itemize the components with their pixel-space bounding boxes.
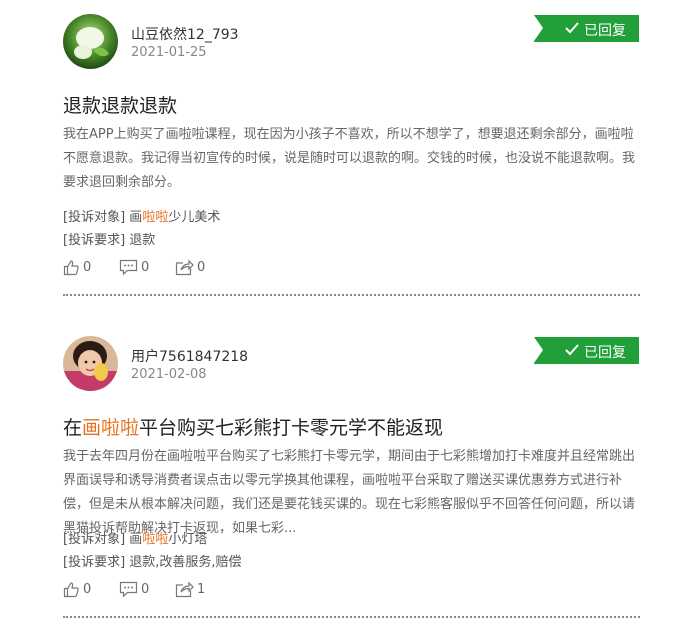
target-highlight[interactable]: 啦啦 (142, 210, 168, 225)
status-label: 已回复 (584, 345, 626, 361)
like-button[interactable]: 0 (63, 581, 91, 598)
target-label: [投诉对象] (63, 532, 126, 547)
request-label: [投诉要求] (63, 555, 126, 570)
status-label: 已回复 (584, 23, 626, 39)
divider (63, 294, 640, 296)
post-date: 2021-01-25 (131, 45, 207, 60)
complaint-title[interactable]: 退款退款退款 (63, 91, 177, 118)
comment-icon (119, 259, 138, 276)
complaint-content[interactable]: 我于去年四月份在画啦啦平台购买了七彩熊打卡零元学，期间由于七彩熊增加打卡难度并且… (63, 445, 641, 541)
check-icon (565, 22, 579, 34)
divider (63, 616, 640, 618)
status-badge: 已回复 (534, 337, 639, 364)
complaint-target: [投诉对象] 画啦啦少儿美术 (63, 206, 220, 225)
post-date: 2021-02-08 (131, 367, 207, 382)
like-count: 0 (83, 582, 92, 597)
status-badge: 已回复 (534, 15, 639, 42)
request-label: [投诉要求] (63, 233, 126, 248)
request-value: 退款,改善服务,赔偿 (129, 555, 242, 570)
complaint-item: 用户7561847218 2021-02-08 已回复 在画啦啦平台购买七彩熊打… (0, 322, 686, 644)
target-suffix[interactable]: 小灯塔 (168, 532, 207, 547)
title-text-rest[interactable]: 平台购买七彩熊打卡零元学不能返现 (139, 417, 443, 439)
title-text-rest[interactable]: 退款退款退款 (63, 95, 177, 117)
target-prefix[interactable]: 画 (129, 532, 142, 547)
target-label: [投诉对象] (63, 210, 126, 225)
complaint-item: 山豆依然12_793 2021-01-25 已回复 退款退款退款 我在APP上购… (0, 0, 686, 322)
comment-count: 0 (141, 582, 150, 597)
title-highlight[interactable]: 画啦啦 (82, 417, 139, 439)
share-count: 0 (197, 260, 206, 275)
share-icon (175, 581, 194, 598)
username[interactable]: 山豆依然12_793 (131, 24, 239, 44)
badge-notch (534, 15, 543, 41)
target-link[interactable]: 画啦啦少儿美术 (129, 210, 220, 225)
complaint-target: [投诉对象] 画啦啦小灯塔 (63, 528, 207, 547)
like-button[interactable]: 0 (63, 259, 91, 276)
title-text[interactable]: 在 (63, 417, 82, 439)
target-prefix[interactable]: 画 (129, 210, 142, 225)
avatar[interactable] (63, 336, 118, 391)
target-highlight[interactable]: 啦啦 (142, 532, 168, 547)
share-icon (175, 259, 194, 276)
comment-count: 0 (141, 260, 150, 275)
request-value: 退款 (129, 233, 156, 248)
target-link[interactable]: 画啦啦小灯塔 (129, 532, 207, 547)
thumbs-up-icon (63, 260, 79, 276)
complaint-content[interactable]: 我在APP上购买了画啦啦课程，现在因为小孩子不喜欢，所以不想学了，想要退还剩余部… (63, 123, 641, 195)
target-suffix[interactable]: 少儿美术 (168, 210, 220, 225)
share-button[interactable]: 1 (175, 581, 205, 598)
share-button[interactable]: 0 (175, 259, 205, 276)
complaint-request: [投诉要求] 退款,改善服务,赔偿 (63, 551, 242, 570)
avatar[interactable] (63, 14, 118, 69)
check-icon (565, 344, 579, 356)
username[interactable]: 用户7561847218 (131, 346, 248, 366)
complaint-request: [投诉要求] 退款 (63, 229, 155, 248)
comment-button[interactable]: 0 (119, 259, 149, 276)
like-count: 0 (83, 260, 92, 275)
badge-notch (534, 337, 543, 363)
comment-icon (119, 581, 138, 598)
complaint-title[interactable]: 在画啦啦平台购买七彩熊打卡零元学不能返现 (63, 413, 443, 440)
share-count: 1 (197, 582, 206, 597)
comment-button[interactable]: 0 (119, 581, 149, 598)
thumbs-up-icon (63, 582, 79, 598)
